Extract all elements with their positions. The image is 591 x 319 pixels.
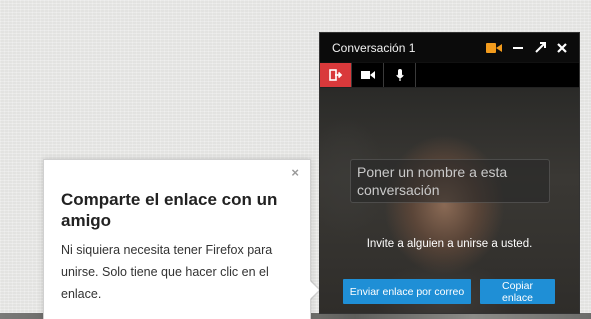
- microphone-toggle-button[interactable]: [384, 63, 416, 87]
- copy-link-button[interactable]: Copiar enlace: [480, 279, 555, 304]
- video-camera-icon: [360, 71, 375, 79]
- invite-text: Invite a alguien a unirse a usted.: [366, 238, 533, 250]
- panel-heading: Comparte el enlace con un amigo: [61, 190, 278, 230]
- share-link-panel: × Comparte el enlace con un amigo Ni siq…: [43, 159, 311, 319]
- conversation-name-input[interactable]: [350, 159, 550, 203]
- expand-icon[interactable]: [529, 37, 551, 59]
- minimize-icon[interactable]: [507, 37, 529, 59]
- conversation-title: Conversación 1: [332, 40, 416, 55]
- close-icon[interactable]: [551, 37, 573, 59]
- video-camera-icon[interactable]: [485, 37, 507, 59]
- conversation-header: Conversación 1: [320, 33, 579, 62]
- video-toggle-button[interactable]: [352, 63, 384, 87]
- microphone-icon: [395, 68, 404, 81]
- panel-arrow: [310, 281, 319, 299]
- panel-close-icon[interactable]: ×: [291, 165, 299, 180]
- hangup-button[interactable]: [320, 63, 352, 87]
- hangup-icon: [328, 69, 342, 81]
- conversation-window: Conversación 1 Poner un nombre a esta co…: [319, 32, 580, 314]
- panel-body-text: Ni siquiera necesita tener Firefox para …: [61, 243, 273, 301]
- send-link-email-button[interactable]: Enviar enlace por correo: [343, 279, 471, 304]
- conversation-toolbar: [320, 63, 579, 88]
